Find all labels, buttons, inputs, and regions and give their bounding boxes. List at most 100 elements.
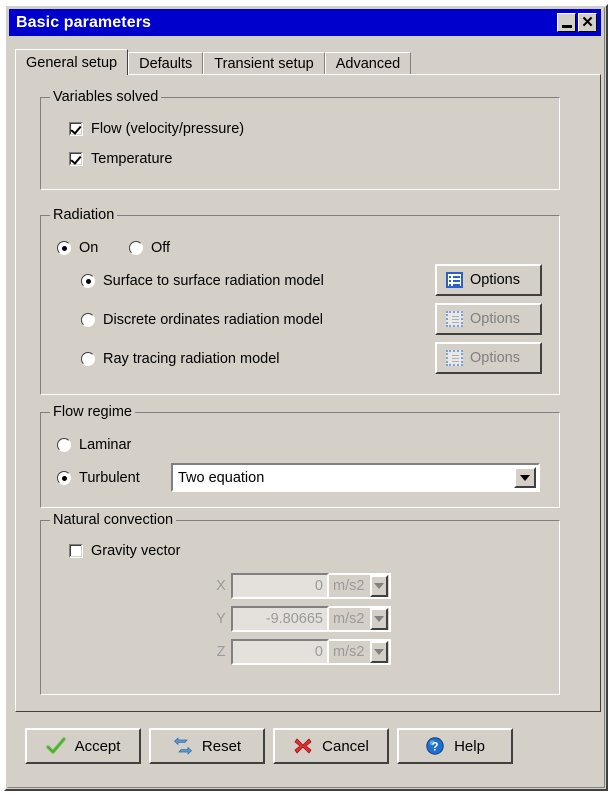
dialog-window: Basic parameters ✕ General setup Default… [4, 4, 608, 791]
radio-ray-tracing-dot[interactable] [81, 352, 95, 366]
dialog-button-bar: Accept Reset Cancel ? Help [15, 722, 601, 770]
tab-label: General setup [26, 54, 118, 71]
radio-radiation-on-label: On [79, 240, 99, 256]
options-button-label: Options [470, 272, 520, 288]
checkbox-temperature-box[interactable] [69, 152, 83, 166]
chevron-down-icon [374, 616, 384, 622]
gravity-value-x: 0 [231, 573, 329, 599]
radio-radiation-on[interactable]: On [57, 240, 98, 256]
checkbox-flow-box[interactable] [69, 122, 83, 136]
radio-radiation-off-label: Off [151, 240, 171, 256]
close-icon: ✕ [581, 14, 594, 31]
close-button[interactable]: ✕ [578, 13, 597, 32]
group-legend-flow-regime: Flow regime [50, 404, 135, 420]
radio-laminar-label: Laminar [79, 437, 132, 453]
radio-turbulent-dot[interactable] [57, 471, 71, 485]
chevron-down-icon [520, 474, 530, 481]
reset-button-label: Reset [201, 737, 242, 755]
gravity-unit-dropdown-y [370, 608, 388, 630]
checkbox-temperature[interactable]: Temperature [69, 151, 172, 167]
reset-button[interactable]: Reset [149, 728, 265, 764]
cancel-button[interactable]: Cancel [273, 728, 389, 764]
window-title: Basic parameters [16, 13, 152, 31]
minimize-icon [561, 24, 572, 28]
grid-options-icon [446, 350, 463, 366]
gravity-value-y: -9.80665 [231, 606, 329, 632]
svg-text:?: ? [432, 742, 439, 754]
tab-label: Transient setup [214, 56, 314, 72]
chevron-down-icon [374, 649, 384, 655]
grid-options-icon [446, 311, 463, 327]
options-button-surface-to-surface[interactable]: Options [435, 264, 542, 296]
gravity-unit-dropdown-x [370, 575, 388, 597]
radio-turbulent[interactable]: Turbulent [57, 470, 140, 486]
blue-refresh-icon [173, 737, 192, 755]
title-bar-buttons: ✕ [557, 13, 601, 32]
gravity-unit-y: m/s2 [329, 606, 391, 632]
gravity-unit-z: m/s2 [329, 639, 391, 665]
checkbox-flow[interactable]: Flow (velocity/pressure) [69, 121, 244, 137]
red-x-icon [294, 738, 312, 754]
radio-discrete-ordinates-label: Discrete ordinates radiation model [103, 312, 324, 328]
radio-discrete-ordinates-model[interactable]: Discrete ordinates radiation model [81, 312, 323, 328]
accept-button[interactable]: Accept [25, 728, 141, 764]
gravity-unit-label-y: m/s2 [333, 611, 365, 627]
tab-strip: General setup Defaults Transient setup A… [15, 49, 601, 75]
radio-radiation-on-dot[interactable] [57, 241, 71, 255]
accept-button-label: Accept [74, 737, 121, 755]
options-button-label: Options [470, 311, 520, 327]
radio-turbulent-label: Turbulent [79, 470, 140, 486]
tab-advanced[interactable]: Advanced [324, 52, 412, 75]
radio-surface-to-surface-dot[interactable] [81, 274, 95, 288]
gravity-unit-label-x: m/s2 [333, 578, 365, 594]
turbulence-model-dropdown[interactable]: Two equation [171, 463, 540, 492]
radio-surface-to-surface-model[interactable]: Surface to surface radiation model [81, 273, 324, 289]
gravity-value-z: 0 [231, 639, 329, 665]
tab-label: Defaults [139, 56, 193, 72]
radio-laminar[interactable]: Laminar [57, 437, 131, 453]
gravity-unit-label-z: m/s2 [333, 644, 365, 660]
options-button-discrete-ordinates: Options [435, 303, 542, 335]
radio-ray-tracing-model[interactable]: Ray tracing radiation model [81, 351, 280, 367]
gravity-unit-x: m/s2 [329, 573, 391, 599]
radio-radiation-off-dot[interactable] [129, 241, 143, 255]
radio-laminar-dot[interactable] [57, 438, 71, 452]
cancel-button-label: Cancel [322, 737, 369, 755]
tab-defaults[interactable]: Defaults [128, 52, 204, 75]
tab-transient-setup[interactable]: Transient setup [203, 52, 325, 75]
turbulence-model-value: Two equation [178, 469, 265, 486]
gravity-axis-label-x: X [216, 578, 226, 594]
help-button[interactable]: ? Help [397, 728, 513, 764]
options-button-label: Options [470, 350, 520, 366]
radio-radiation-off[interactable]: Off [129, 240, 170, 256]
checkbox-flow-label: Flow (velocity/pressure) [91, 121, 245, 137]
checkbox-gravity-vector[interactable]: Gravity vector [69, 543, 180, 559]
group-legend-variables-solved: Variables solved [50, 89, 162, 105]
minimize-button[interactable] [557, 13, 576, 32]
radio-ray-tracing-label: Ray tracing radiation model [103, 351, 280, 367]
checkbox-gravity-vector-box[interactable] [69, 544, 83, 558]
options-button-ray-tracing: Options [435, 342, 542, 374]
tab-panel-general-setup: Variables solved Flow (velocity/pressure… [15, 74, 601, 712]
blue-question-icon: ? [426, 737, 444, 755]
group-variables-solved: Variables solved Flow (velocity/pressure… [40, 89, 560, 190]
radio-surface-to-surface-label: Surface to surface radiation model [103, 273, 324, 289]
checkbox-gravity-vector-label: Gravity vector [91, 543, 181, 559]
group-legend-natural-convection: Natural convection [50, 512, 177, 528]
radio-discrete-ordinates-dot[interactable] [81, 313, 95, 327]
title-bar[interactable]: Basic parameters ✕ [9, 9, 601, 36]
group-legend-radiation: Radiation [50, 207, 118, 223]
dropdown-arrow-button[interactable] [514, 467, 536, 488]
group-natural-convection: Natural convection Gravity vector X 0 m/… [40, 512, 560, 695]
gravity-axis-label-z: Z [216, 644, 226, 660]
tab-label: Advanced [335, 56, 401, 72]
tab-general-setup[interactable]: General setup [15, 49, 129, 75]
help-button-label: Help [454, 737, 485, 755]
gravity-unit-dropdown-z [370, 641, 388, 663]
gravity-component-x: X 0 m/s2 [211, 573, 391, 599]
checkbox-temperature-label: Temperature [91, 151, 173, 167]
gravity-axis-label-y: Y [216, 611, 226, 627]
chevron-down-icon [374, 583, 384, 589]
group-radiation: Radiation On Off Surface to surface radi… [40, 207, 560, 395]
list-options-icon [446, 272, 463, 288]
